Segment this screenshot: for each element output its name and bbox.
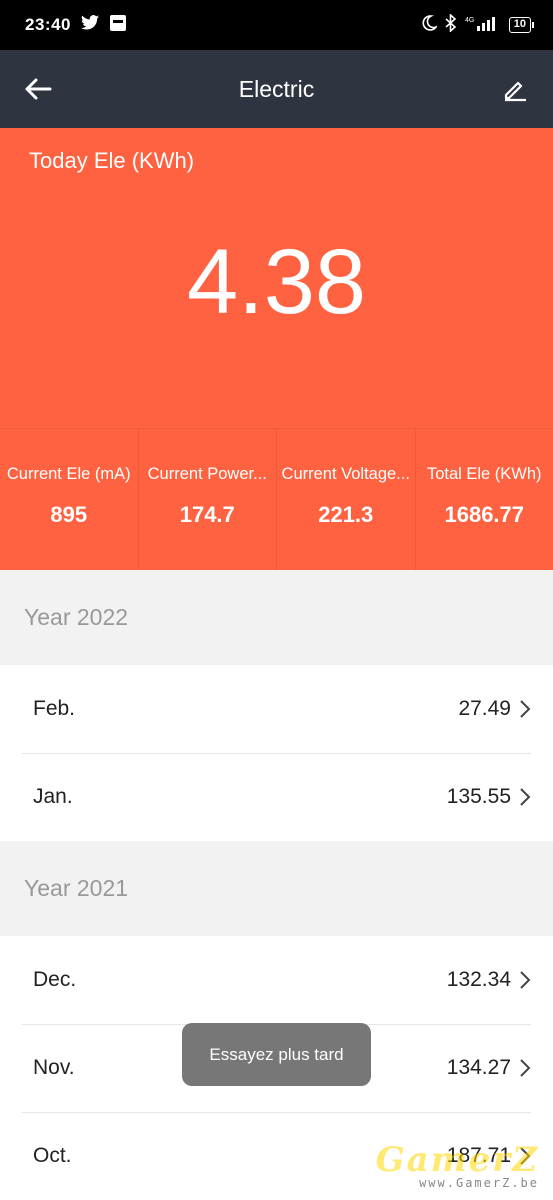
today-value: 4.38 [186,231,367,333]
toast-message: Essayez plus tard [182,1023,371,1086]
stats-row: Current Ele (mA) 895 Current Power... 17… [0,428,553,570]
stat-label: Current Voltage... [281,465,410,483]
page-title: Electric [238,75,315,102]
month-label: Oct. [33,1144,72,1167]
chevron-right-icon [520,1059,531,1077]
status-bar: 23:40 4G 10 [0,0,553,50]
watermark-brand: GamerZ [375,1140,539,1180]
month-value: 27.49 [458,697,511,720]
year-header-2022: Year 2022 [0,570,553,665]
edit-pencil-icon[interactable] [497,71,533,107]
stat-current-power: Current Power... 174.7 [139,429,277,570]
month-label: Nov. [33,1056,75,1079]
month-value: 134.27 [446,1056,511,1079]
month-value: 135.55 [446,785,511,808]
stat-total-ele: Total Ele (KWh) 1686.77 [416,429,553,570]
battery-indicator: 10 [508,17,535,33]
stat-value: 895 [50,502,88,527]
app-toolbar: Electric [0,50,553,128]
month-label: Dec. [33,968,77,991]
month-value: 132.34 [446,968,511,991]
bluetooth-icon [445,12,457,37]
svg-text:4G: 4G [465,17,474,24]
chevron-right-icon [520,971,531,989]
status-time: 23:40 [25,15,71,34]
stat-value: 174.7 [179,502,235,527]
month-label: Feb. [33,697,76,720]
stat-current-voltage: Current Voltage... 221.3 [277,429,416,570]
month-label: Jan. [33,785,73,808]
watermark-logo: GamerZ www.GamerZ.be [376,1140,539,1190]
list-item[interactable]: Jan. 135.55 [0,753,553,841]
stat-label: Total Ele (KWh) [426,465,542,483]
twitter-icon [80,15,99,35]
chevron-right-icon [520,788,531,806]
list-item[interactable]: Dec. 132.34 [0,936,553,1024]
list-item[interactable]: Feb. 27.49 [0,665,553,753]
back-arrow-icon[interactable] [20,71,56,107]
sim-icon [109,14,127,37]
chevron-right-icon [520,700,531,718]
stat-label: Current Ele (mA) [6,465,131,483]
stat-value: 221.3 [318,502,374,527]
stat-value: 1686.77 [444,502,525,527]
today-label: Today Ele (KWh) [29,148,195,173]
signal-icon: 4G [465,15,501,36]
stat-label: Current Power... [147,465,267,483]
today-summary: Today Ele (KWh) 4.38 [0,128,553,428]
year-header-2021: Year 2021 [0,841,553,936]
stat-current-ele: Current Ele (mA) 895 [0,429,139,570]
moon-icon [421,14,439,36]
